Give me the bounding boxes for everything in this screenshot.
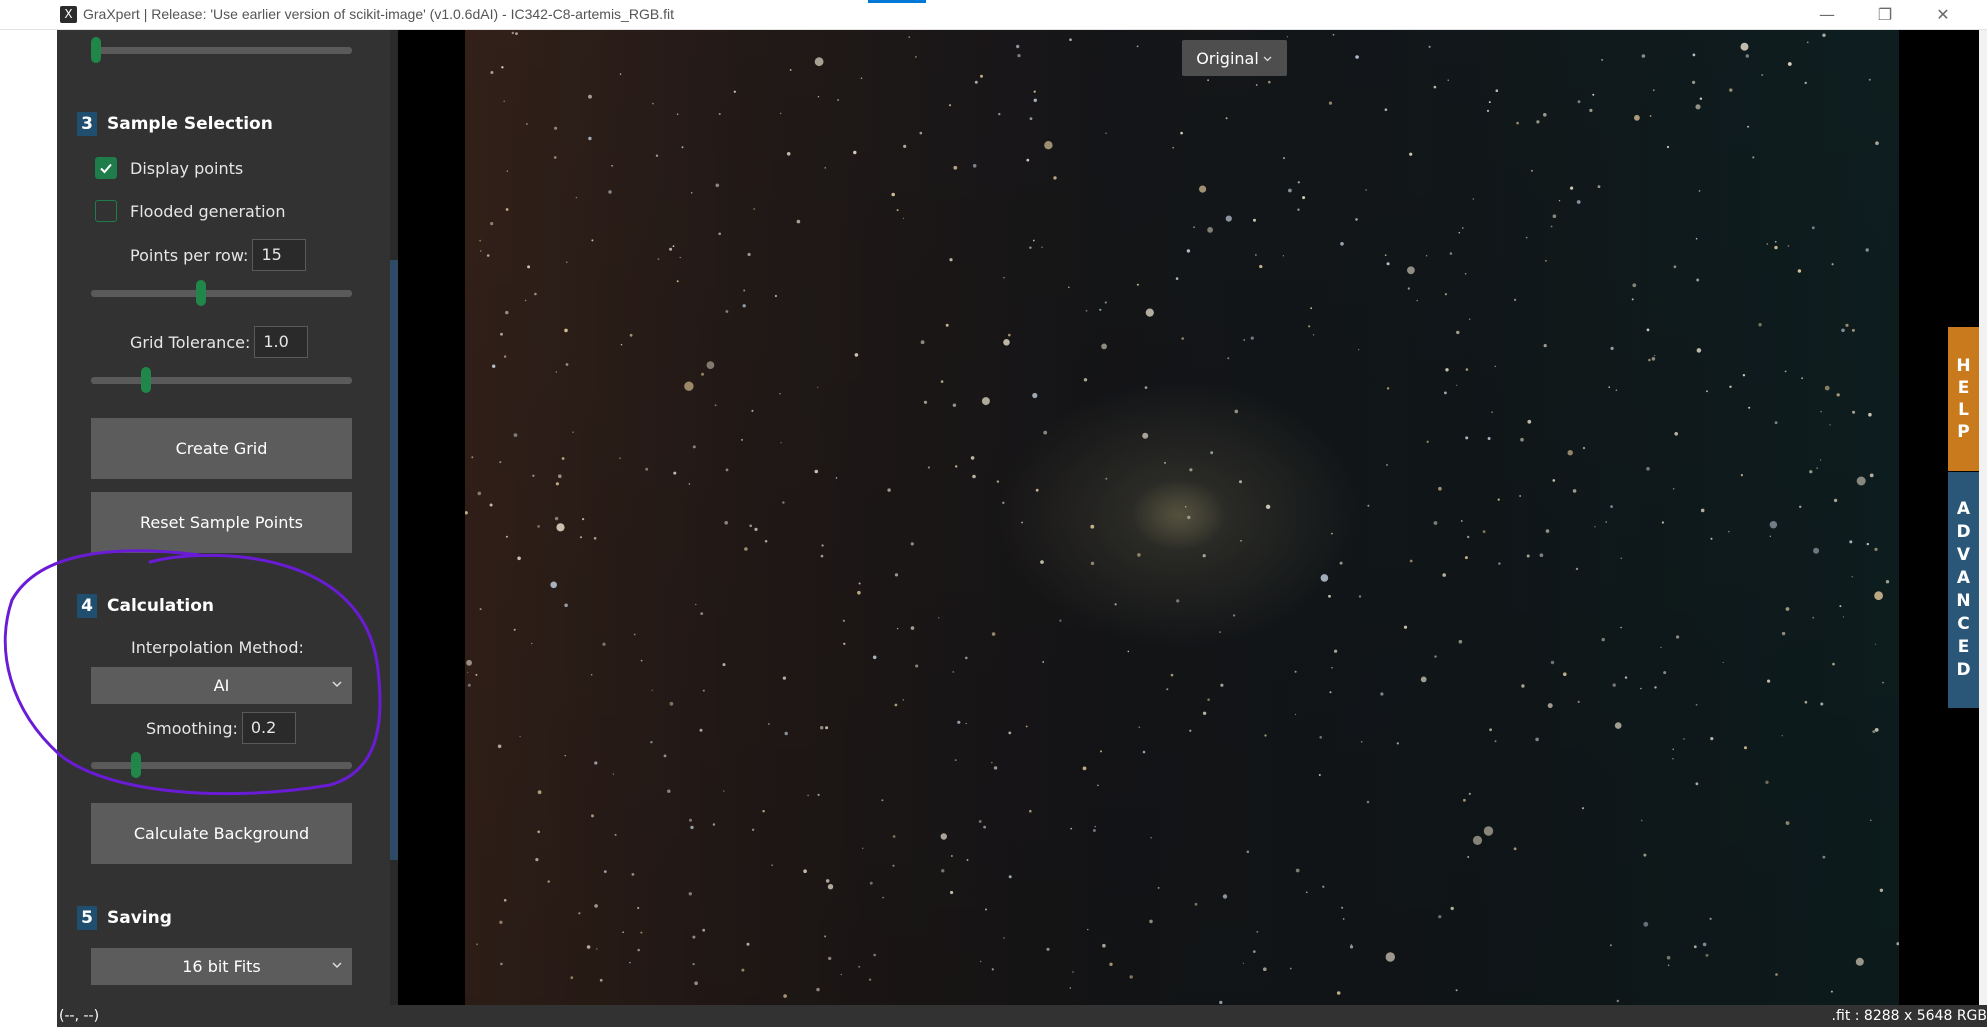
- slider-thumb[interactable]: [141, 367, 152, 393]
- save-format-value: 16 bit Fits: [182, 957, 261, 976]
- section-number-badge: 5: [77, 906, 97, 930]
- create-grid-button[interactable]: Create Grid: [91, 418, 352, 479]
- top-slider[interactable]: [91, 37, 352, 63]
- display-points-row[interactable]: Display points: [95, 156, 243, 180]
- maximize-button[interactable]: ❐: [1856, 0, 1914, 29]
- tab-letter: C: [1957, 614, 1970, 634]
- tab-letter: E: [1957, 378, 1970, 398]
- slider-thumb[interactable]: [196, 280, 207, 306]
- minimize-button[interactable]: —: [1798, 0, 1856, 29]
- section-title: Saving: [107, 908, 172, 928]
- grid-tolerance-row: Grid Tolerance: 1.0: [130, 326, 309, 358]
- display-points-label: Display points: [130, 158, 244, 178]
- interpolation-method-label: Interpolation Method:: [131, 638, 304, 657]
- view-mode-select[interactable]: Original: [1182, 40, 1287, 76]
- points-per-row-row: Points per row: 15: [130, 239, 307, 271]
- tab-letter: E: [1957, 637, 1970, 657]
- slider-thumb[interactable]: [131, 752, 142, 778]
- interpolation-method-select[interactable]: AI: [91, 667, 352, 704]
- section-number-badge: 3: [77, 112, 97, 136]
- checkmark-icon: [100, 163, 112, 174]
- flooded-generation-row[interactable]: Flooded generation: [95, 199, 285, 223]
- tab-letter: A: [1956, 499, 1971, 519]
- section-calculation: 4 Calculation: [77, 594, 214, 618]
- status-bar: (--, --) .fit : 8288 x 5648 RGB: [57, 1005, 1987, 1027]
- slider-thumb[interactable]: [91, 37, 101, 63]
- close-button[interactable]: ✕: [1914, 0, 1972, 29]
- chevron-down-icon: [332, 681, 342, 688]
- cursor-coordinates: (--, --): [59, 1008, 100, 1024]
- save-format-select[interactable]: 16 bit Fits: [91, 948, 352, 985]
- section-title: Sample Selection: [107, 114, 273, 134]
- display-points-checkbox[interactable]: [95, 157, 117, 179]
- grid-tolerance-input[interactable]: 1.0: [254, 326, 309, 358]
- points-per-row-input[interactable]: 15: [252, 239, 307, 271]
- section-sample-selection: 3 Sample Selection: [77, 112, 273, 136]
- tab-letter: N: [1956, 591, 1971, 611]
- grid-tolerance-label: Grid Tolerance:: [130, 332, 251, 352]
- reset-sample-points-button[interactable]: Reset Sample Points: [91, 492, 352, 553]
- tab-letter: D: [1956, 522, 1971, 542]
- tab-letter: P: [1957, 422, 1970, 442]
- window-title: GraXpert | Release: 'Use earlier version…: [83, 6, 674, 22]
- section-saving: 5 Saving: [77, 906, 172, 930]
- image-file-info: .fit : 8288 x 5648 RGB: [1831, 1008, 1987, 1024]
- smoothing-input[interactable]: 0.2: [241, 712, 296, 744]
- app-logo-icon: X: [60, 6, 77, 23]
- right-edge-strip: [1979, 30, 1987, 1013]
- smoothing-slider[interactable]: [91, 752, 352, 778]
- help-tab[interactable]: HELP: [1948, 327, 1979, 471]
- points-per-row-label: Points per row:: [130, 245, 249, 265]
- section-title: Calculation: [107, 596, 214, 616]
- view-mode-value: Original: [1196, 48, 1259, 68]
- tab-letter: A: [1956, 568, 1971, 588]
- interpolation-method-value: AI: [213, 676, 230, 695]
- astro-image[interactable]: [465, 30, 1899, 1005]
- sidebar-scrollbar-thumb[interactable]: [390, 260, 398, 860]
- title-accent-bar: [868, 0, 926, 3]
- points-per-row-slider[interactable]: [91, 280, 352, 306]
- tab-letter: D: [1956, 660, 1971, 680]
- flooded-generation-checkbox[interactable]: [95, 200, 117, 222]
- advanced-tab[interactable]: ADVANCED: [1948, 472, 1979, 708]
- tab-letter: L: [1958, 400, 1969, 420]
- left-gutter: [0, 30, 57, 1013]
- title-bar: X GraXpert | Release: 'Use earlier versi…: [0, 0, 1987, 30]
- grid-tolerance-slider[interactable]: [91, 367, 352, 393]
- smoothing-row: Smoothing: 0.2: [146, 712, 296, 744]
- tab-letter: H: [1956, 356, 1971, 376]
- tab-letter: V: [1956, 545, 1971, 565]
- section-number-badge: 4: [77, 594, 97, 618]
- flooded-generation-label: Flooded generation: [130, 201, 286, 221]
- calculate-background-button[interactable]: Calculate Background: [91, 803, 352, 864]
- chevron-down-icon: [1263, 56, 1272, 61]
- image-overlay: [465, 30, 1899, 1005]
- chevron-down-icon: [332, 962, 342, 969]
- smoothing-label: Smoothing:: [146, 718, 238, 738]
